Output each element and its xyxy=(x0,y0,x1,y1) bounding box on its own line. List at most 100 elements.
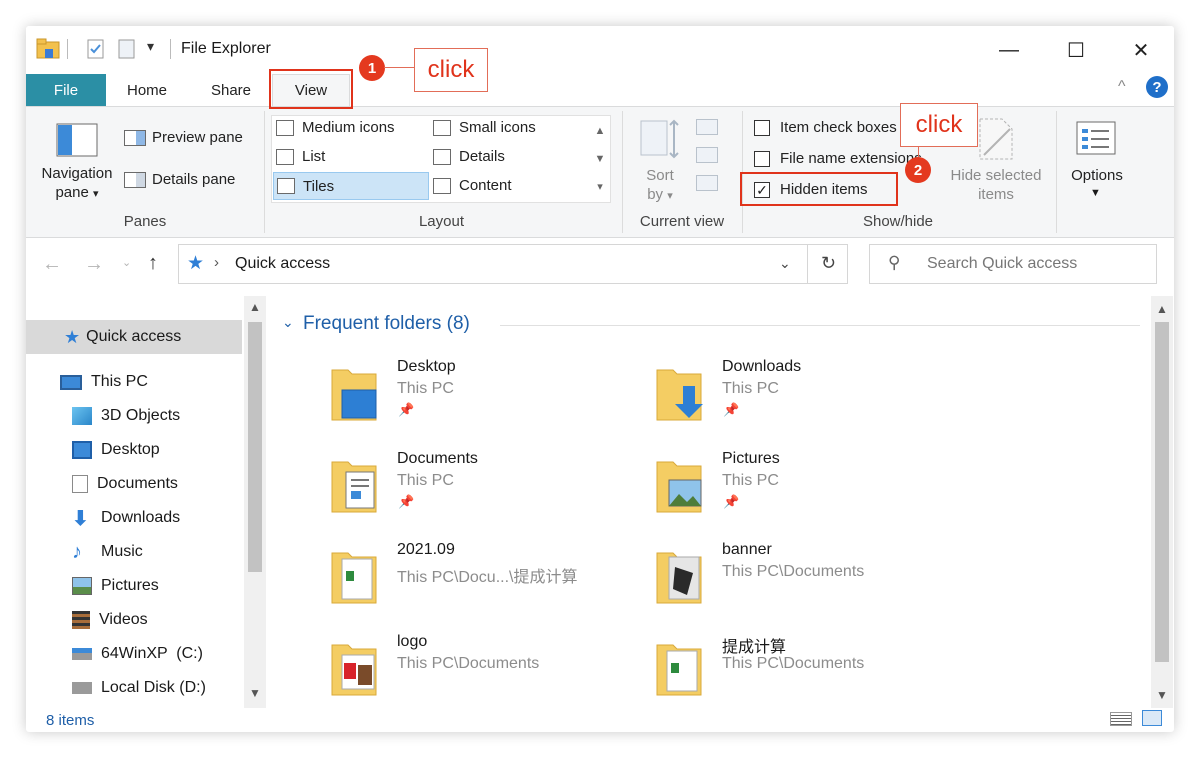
scroll-up-icon[interactable]: ▲ xyxy=(1156,302,1168,316)
medium-icons-option[interactable]: Medium icons xyxy=(276,119,395,136)
small-icons-label: Small icons xyxy=(459,119,536,136)
tab-home[interactable]: Home xyxy=(114,74,180,106)
item-check-boxes-option[interactable]: Item check boxes xyxy=(754,119,897,136)
collapse-section-icon[interactable]: ⌄ xyxy=(282,314,294,331)
desktop-icon xyxy=(72,441,92,459)
nav-item-drive-c[interactable]: 64WinXP (C:) xyxy=(26,637,242,671)
pin-icon: 📌 xyxy=(398,494,415,509)
folder-tile[interactable]: Documents This PC 📌 xyxy=(330,450,630,520)
address-location[interactable]: Quick access xyxy=(235,255,330,273)
group-by-icon[interactable] xyxy=(696,119,718,135)
layout-scroll-arrows[interactable]: ▲ ▼ ▾ xyxy=(592,117,608,201)
ribbon-view: Navigation pane ▾ Preview pane Details p… xyxy=(26,106,1174,238)
image-folder-icon xyxy=(656,552,702,604)
medium-icons-icon xyxy=(276,119,294,136)
navigation-pane-button[interactable]: Navigation pane ▾ xyxy=(36,113,116,213)
nav-item-pictures[interactable]: Pictures xyxy=(26,569,242,603)
item-check-boxes-checkbox[interactable] xyxy=(754,119,770,136)
logo-folder-icon xyxy=(331,644,377,696)
nav-item-drive-d[interactable]: Local Disk (D:) xyxy=(26,671,242,705)
maximize-button[interactable]: ☐ xyxy=(1053,28,1099,72)
list-option[interactable]: List xyxy=(276,148,325,165)
quick-access-toolbar-dropdown-icon[interactable]: ▾ xyxy=(147,38,154,55)
content-label: Content xyxy=(459,177,512,194)
help-icon[interactable]: ? xyxy=(1146,76,1168,98)
close-button[interactable]: ✕ xyxy=(1118,28,1164,72)
navigation-pane-label-2: pane xyxy=(55,184,89,201)
nav-item-music[interactable]: ♪ Music xyxy=(26,535,242,569)
up-arrow-icon[interactable]: ↑ xyxy=(148,252,158,275)
hide-selected-items-icon[interactable] xyxy=(976,117,1016,161)
details-option[interactable]: Details xyxy=(433,148,505,165)
folder-tile[interactable]: Pictures This PC 📌 xyxy=(655,450,955,520)
search-box[interactable]: ⚲ Search Quick access xyxy=(869,244,1157,284)
section-title[interactable]: Frequent folders (8) xyxy=(303,313,470,335)
annotation-badge-1: 1 xyxy=(359,55,385,81)
nav-item-3d-objects[interactable]: 3D Objects xyxy=(26,399,242,433)
folder-name: 2021.09 xyxy=(397,541,455,558)
scroll-up-icon[interactable]: ▲ xyxy=(249,300,261,314)
file-name-extensions-checkbox[interactable] xyxy=(754,150,770,167)
nav-item-videos[interactable]: Videos xyxy=(26,603,242,637)
content-option[interactable]: Content xyxy=(433,177,512,194)
small-icons-icon xyxy=(433,119,451,136)
nav-scrollbar[interactable]: ▲ ▼ xyxy=(244,296,266,708)
folder-tile[interactable]: Downloads This PC 📌 xyxy=(655,358,955,428)
search-input[interactable]: Search Quick access xyxy=(927,255,1077,273)
scroll-down-icon[interactable]: ▼ xyxy=(249,686,261,700)
recent-locations-chevron-icon[interactable]: ⌄ xyxy=(122,256,131,269)
folder-tile[interactable]: banner This PC\Documents xyxy=(655,541,955,611)
folder-tile[interactable]: logo This PC\Documents xyxy=(330,633,630,703)
add-columns-icon[interactable] xyxy=(696,147,718,163)
hide-selected-items-label-2: items xyxy=(978,186,1014,203)
nav-item-quick-access[interactable]: ★ Quick access xyxy=(26,320,242,354)
nav-item-desktop[interactable]: Desktop xyxy=(26,433,242,467)
nav-item-label: Downloads xyxy=(101,509,181,526)
tab-share[interactable]: Share xyxy=(198,74,264,106)
scroll-down-icon[interactable]: ▼ xyxy=(1156,688,1168,702)
sort-by-icon[interactable] xyxy=(640,117,682,163)
address-bar[interactable]: ★ › Quick access ⌄ ↻ xyxy=(178,244,848,284)
folder-tile[interactable]: Desktop This PC 📌 xyxy=(330,358,630,428)
navigation-pane-icon xyxy=(56,123,98,157)
file-name-extensions-option[interactable]: File name extensions xyxy=(754,150,922,167)
sort-by-label: Sort xyxy=(646,167,674,184)
nav-item-downloads[interactable]: ⬇ Downloads xyxy=(26,501,242,535)
preview-pane-button[interactable]: Preview pane xyxy=(124,129,243,146)
new-folder-icon[interactable] xyxy=(118,39,136,59)
details-view-icon[interactable] xyxy=(1110,712,1132,726)
folder-tile[interactable]: 提成计算 This PC\Documents xyxy=(655,633,955,703)
nav-item-this-pc[interactable]: This PC xyxy=(26,365,242,399)
panes-group-label: Panes xyxy=(123,213,167,230)
small-icons-option[interactable]: Small icons xyxy=(433,119,536,136)
minimize-button[interactable]: — xyxy=(986,28,1032,72)
content-scrollbar[interactable]: ▲ ▼ xyxy=(1151,296,1173,708)
tab-file[interactable]: File xyxy=(26,74,106,106)
list-icon xyxy=(276,148,294,165)
film-icon xyxy=(72,611,90,629)
folder-name: logo xyxy=(397,633,428,650)
folder-location: This PC xyxy=(722,472,779,489)
document-icon xyxy=(72,475,88,493)
large-icons-view-icon[interactable] xyxy=(1142,710,1162,726)
content-scroll-thumb[interactable] xyxy=(1155,322,1169,662)
refresh-icon[interactable]: ↻ xyxy=(821,253,836,274)
file-explorer-window: ▾ File Explorer — ☐ ✕ File Home Share Vi… xyxy=(26,26,1174,732)
properties-icon[interactable] xyxy=(87,39,105,59)
options-icon[interactable] xyxy=(1076,121,1116,155)
tiles-option[interactable]: Tiles xyxy=(273,172,429,200)
nav-item-label: This PC xyxy=(91,373,148,390)
options-label[interactable]: Options xyxy=(1062,167,1132,184)
size-columns-icon[interactable] xyxy=(696,175,718,191)
back-arrow-icon[interactable]: ← xyxy=(42,253,62,276)
nav-item-documents[interactable]: Documents xyxy=(26,467,242,501)
details-label: Details xyxy=(459,148,505,165)
address-dropdown-icon[interactable]: ⌄ xyxy=(779,255,791,272)
annotation-badge-2: 2 xyxy=(905,157,931,183)
forward-arrow-icon[interactable]: → xyxy=(84,253,104,276)
nav-item-label: Quick access xyxy=(86,328,182,345)
details-pane-button[interactable]: Details pane xyxy=(124,171,235,188)
folder-tile[interactable]: 2021.09 This PC\Docu...\提成计算 xyxy=(330,541,660,611)
nav-scroll-thumb[interactable] xyxy=(248,322,262,572)
minimize-ribbon-icon[interactable]: ^ xyxy=(1118,78,1126,96)
